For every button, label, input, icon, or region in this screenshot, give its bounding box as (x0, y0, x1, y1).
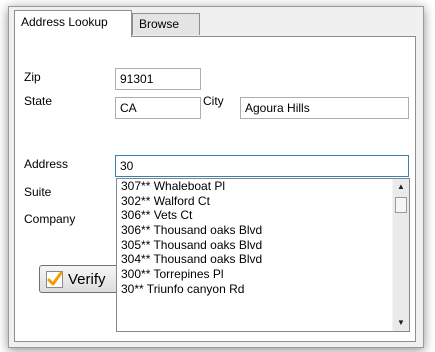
list-item[interactable]: 30** Triunfo canyon Rd (117, 282, 409, 297)
list-item[interactable]: 300** Torrepines Pl (117, 267, 409, 282)
state-label: State (24, 94, 53, 108)
scrollbar-thumb[interactable] (395, 197, 407, 213)
address-label: Address (24, 157, 69, 171)
list-item[interactable]: 306** Vets Ct (117, 208, 409, 223)
list-item[interactable]: 306** Thousand oaks Blvd (117, 223, 409, 238)
zip-input[interactable]: 91301 (115, 68, 201, 90)
city-input[interactable]: Agoura Hills (240, 97, 409, 119)
city-label: City (203, 94, 224, 108)
scroll-up-arrow-icon[interactable]: ▲ (395, 181, 407, 193)
address-input[interactable]: 30 (115, 155, 409, 177)
state-input[interactable]: CA (115, 97, 201, 119)
suite-label: Suite (24, 185, 52, 199)
checkmark-icon (46, 271, 63, 288)
zip-label: Zip (24, 70, 41, 84)
list-scrollbar[interactable]: ▲ ▼ (392, 179, 409, 331)
list-item[interactable]: 304** Thousand oaks Blvd (117, 252, 409, 267)
company-label: Company (24, 212, 76, 226)
list-item[interactable]: 305** Thousand oaks Blvd (117, 238, 409, 253)
verify-label: Verify (68, 271, 106, 288)
list-item[interactable]: 302** Walford Ct (117, 194, 409, 209)
address-suggestion-list[interactable]: 307** Whaleboat Pl 302** Walford Ct 306*… (116, 178, 410, 332)
list-item[interactable]: 307** Whaleboat Pl (117, 179, 409, 194)
tab-address-lookup[interactable]: Address Lookup (14, 10, 132, 37)
tab-browse[interactable]: Browse (132, 13, 200, 35)
verify-button[interactable]: Verify (39, 265, 125, 293)
address-lookup-panel: Zip 91301 State CA City Agoura Hills Add… (14, 36, 416, 342)
scroll-down-arrow-icon[interactable]: ▼ (395, 317, 407, 329)
